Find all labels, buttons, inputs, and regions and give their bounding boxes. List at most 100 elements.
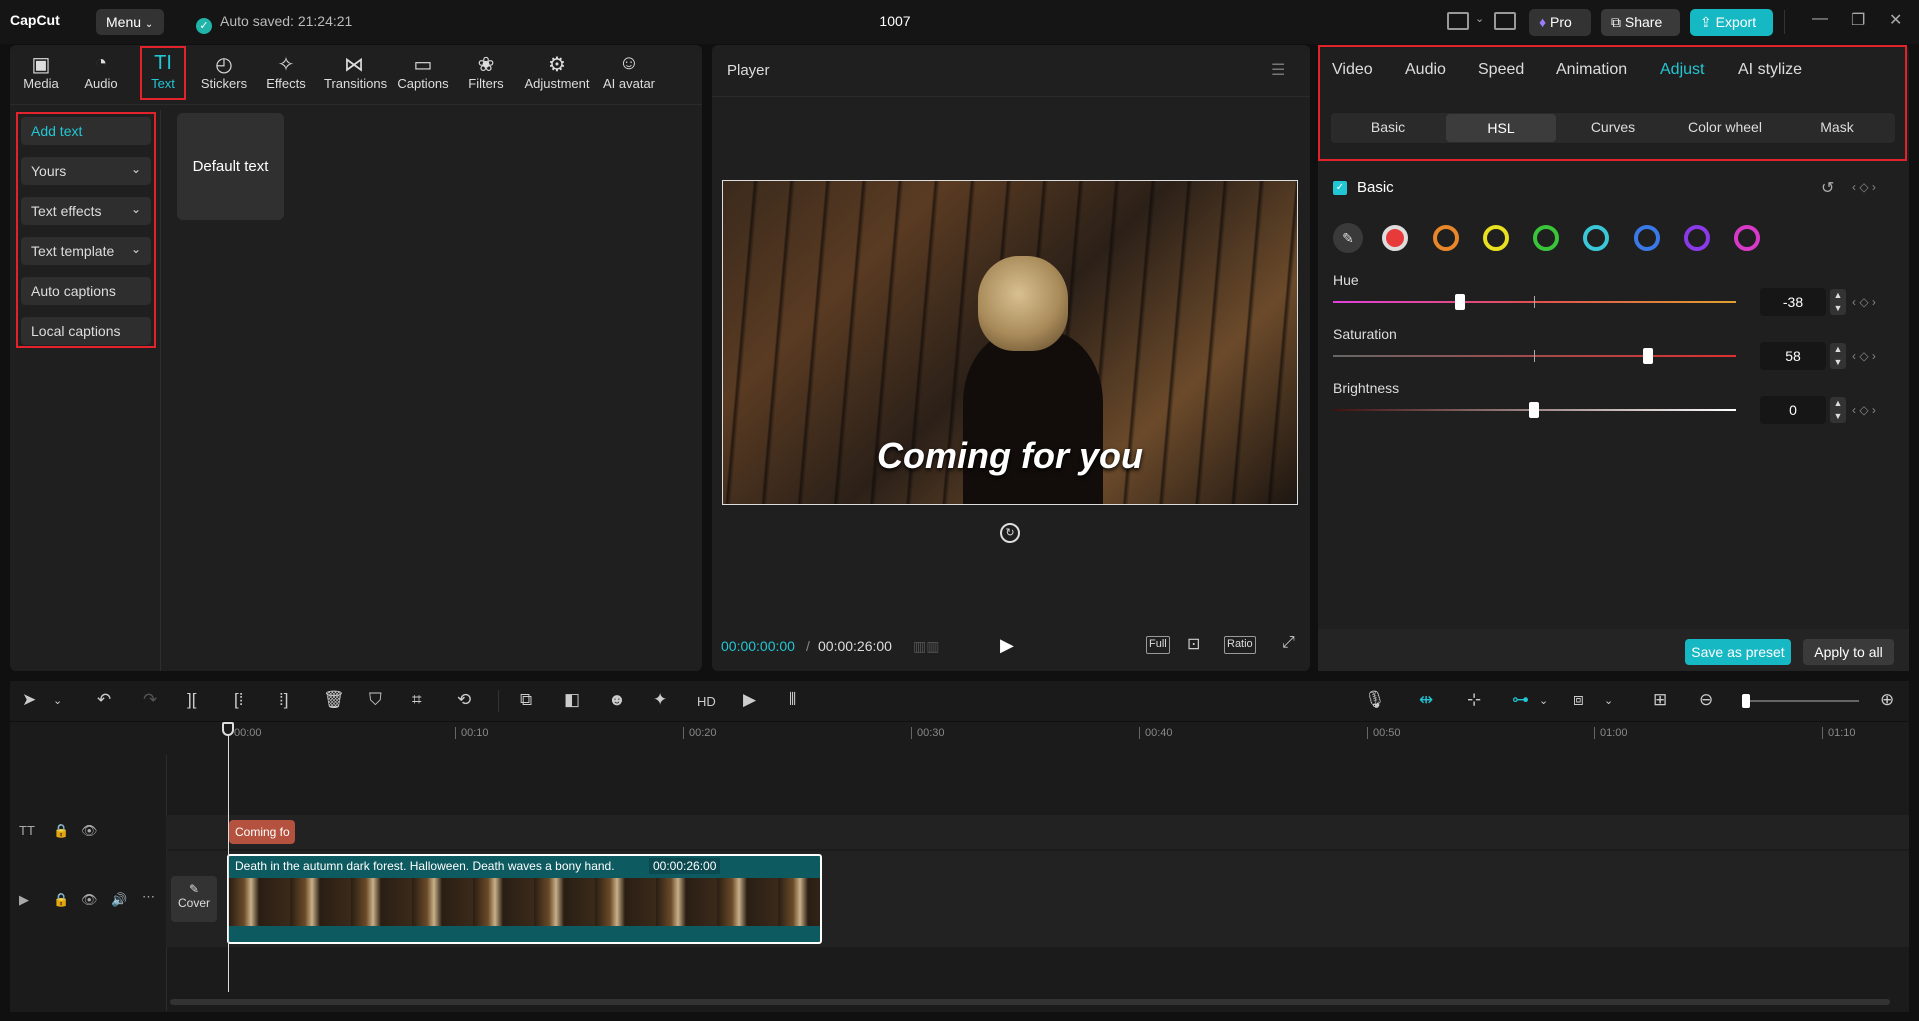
saturation-stepper[interactable]: ▲ ▼ <box>1830 343 1846 369</box>
hue-stepper[interactable]: ▲ ▼ <box>1830 289 1846 315</box>
magnet-icon[interactable]: ⇹ <box>1419 690 1433 710</box>
microphone-icon[interactable]: 🎙 <box>1364 690 1386 710</box>
playhead[interactable] <box>228 724 229 992</box>
magic-icon[interactable]: ✦ <box>653 690 667 710</box>
zoom-in-icon[interactable]: ⊕ <box>1880 690 1894 710</box>
split-icon[interactable]: ][ <box>187 690 196 710</box>
keyframe-icon[interactable]: ‹ ◇ › <box>1852 349 1876 363</box>
keyframe-icon[interactable]: ‹ ◇ › <box>1852 180 1876 194</box>
timeline-scrollbar[interactable] <box>170 999 1890 1005</box>
tab-adjustment[interactable]: ⚙ Adjustment <box>522 52 592 91</box>
video-effect-icon[interactable]: ▶ <box>743 690 756 710</box>
swatch-magenta[interactable] <box>1734 225 1760 251</box>
remove-bg-icon[interactable]: ☻ <box>608 690 626 710</box>
hue-slider-knob[interactable] <box>1455 294 1465 310</box>
marker-icon[interactable]: ⛉ <box>369 690 382 710</box>
eye-icon[interactable]: 👁 <box>81 823 98 839</box>
close-icon[interactable]: ✕ <box>1889 10 1902 30</box>
swatch-purple[interactable] <box>1684 225 1710 251</box>
swatch-yellow[interactable] <box>1483 225 1509 251</box>
reverse-icon[interactable]: ◧ <box>564 690 580 710</box>
save-as-preset-button[interactable]: Save as preset <box>1685 639 1791 665</box>
minimize-icon[interactable]: — <box>1812 10 1828 28</box>
apply-to-all-button[interactable]: Apply to all <box>1803 639 1894 665</box>
rotate-icon[interactable]: ↻ <box>1000 523 1020 543</box>
freeze-icon[interactable]: ⧉ <box>520 690 532 710</box>
zoom-slider-knob[interactable] <box>1742 694 1750 708</box>
default-text-card[interactable]: Default text <box>177 113 284 220</box>
brightness-slider-knob[interactable] <box>1529 402 1539 418</box>
tab-audio[interactable]: ◔ Audio <box>71 52 131 91</box>
saturation-value[interactable]: 58 <box>1760 342 1826 370</box>
swatch-cyan[interactable] <box>1583 225 1609 251</box>
split-right-icon[interactable]: ⁞] <box>279 690 288 710</box>
tab-captions[interactable]: ▭ Captions <box>393 52 453 91</box>
brightness-stepper[interactable]: ▲ ▼ <box>1830 397 1846 423</box>
adjustment-icon: ⚙ <box>548 54 566 76</box>
tab-transitions[interactable]: ⋈ Transitions <box>324 52 387 91</box>
snap-icon[interactable]: ⊹ <box>1467 690 1481 710</box>
export-button[interactable]: ⇪ Export <box>1690 9 1773 36</box>
playhead-handle[interactable] <box>222 722 234 736</box>
lock-icon[interactable]: 🔒 <box>53 892 69 908</box>
keyboard-icon[interactable] <box>1494 12 1516 30</box>
tab-effects[interactable]: ✧ Effects <box>256 52 316 91</box>
full-button[interactable]: Full <box>1146 636 1170 654</box>
basic-checkbox[interactable]: ✓ <box>1333 181 1347 195</box>
keyframe-icon[interactable]: ‹ ◇ › <box>1852 295 1876 309</box>
restore-icon[interactable]: ❐ <box>1851 10 1865 30</box>
reset-icon[interactable]: ↺ <box>1821 178 1834 198</box>
video-clip[interactable]: Death in the autumn dark forest. Hallowe… <box>227 854 822 944</box>
zoom-slider[interactable] <box>1744 700 1859 702</box>
tab-stickers[interactable]: ◴ Stickers <box>194 52 254 91</box>
volume-icon[interactable]: 🔊 <box>111 892 127 908</box>
pro-button[interactable]: ♦ Pro <box>1529 9 1591 36</box>
keyframe-icon[interactable]: ‹ ◇ › <box>1852 403 1876 417</box>
swatch-blue[interactable] <box>1634 225 1660 251</box>
chevron-down-icon[interactable]: ⌄ <box>1475 12 1484 25</box>
media-icon: ▣ <box>31 54 51 76</box>
chevron-down-icon[interactable]: ⌄ <box>1539 694 1548 707</box>
menu-icon[interactable]: ☰ <box>1271 60 1285 80</box>
split-left-icon[interactable]: [⁞ <box>234 690 243 710</box>
crop-icon[interactable]: ⌗ <box>412 690 422 710</box>
select-pointer-icon[interactable]: ➤ <box>22 690 36 710</box>
hd-icon[interactable]: HD <box>697 694 716 709</box>
tab-filters[interactable]: ❀ Filters <box>456 52 516 91</box>
ratio-button[interactable]: Ratio <box>1224 636 1256 654</box>
text-clip[interactable]: Coming fo <box>229 820 295 844</box>
more-icon[interactable]: ⋯ <box>142 889 155 905</box>
tab-ai-avatar[interactable]: ☺ AI avatar <box>598 52 660 91</box>
lock-icon[interactable]: 🔒 <box>53 823 69 839</box>
eyedropper-icon[interactable]: ✎ <box>1333 223 1363 253</box>
tab-media[interactable]: ▣ Media <box>11 52 71 91</box>
project-title[interactable]: 1007 <box>870 13 920 29</box>
grid-icon[interactable]: ▥▥ <box>913 638 939 655</box>
cover-button[interactable]: ✎ Cover <box>171 876 217 922</box>
chevron-down-icon[interactable]: ⌄ <box>53 694 62 707</box>
mirror-icon[interactable]: ⟲ <box>457 690 471 710</box>
swatch-red[interactable] <box>1382 225 1408 251</box>
chevron-down-icon[interactable]: ⌄ <box>1604 694 1613 707</box>
audio-wave-icon[interactable]: ⫴ <box>789 690 796 710</box>
zoom-out-icon[interactable]: ⊖ <box>1699 690 1713 710</box>
fit-timeline-icon[interactable]: ⊞ <box>1653 690 1667 710</box>
brightness-value[interactable]: 0 <box>1760 396 1826 424</box>
layout-icon[interactable] <box>1447 12 1469 30</box>
zoom-fit-icon[interactable]: ⊡ <box>1187 634 1200 654</box>
menu-button[interactable]: Menu ⌄ <box>96 9 164 35</box>
play-icon[interactable]: ▶ <box>1000 635 1014 656</box>
undo-icon[interactable]: ↶ <box>97 690 111 710</box>
swatch-green[interactable] <box>1533 225 1559 251</box>
link-icon[interactable]: ⊶ <box>1512 690 1529 710</box>
hue-value[interactable]: -38 <box>1760 288 1826 316</box>
eye-icon[interactable]: 👁 <box>81 892 98 908</box>
overlay-caption[interactable]: Coming for you <box>720 435 1300 477</box>
swatch-orange[interactable] <box>1433 225 1459 251</box>
preview-axis-icon[interactable]: ⧈ <box>1573 690 1584 710</box>
share-button[interactable]: ⧉ Share <box>1601 9 1680 36</box>
fullscreen-icon[interactable]: ⤢ <box>1282 634 1295 652</box>
redo-icon[interactable]: ↷ <box>143 690 157 710</box>
delete-icon[interactable]: 🗑 <box>323 690 345 710</box>
saturation-slider-knob[interactable] <box>1643 348 1653 364</box>
